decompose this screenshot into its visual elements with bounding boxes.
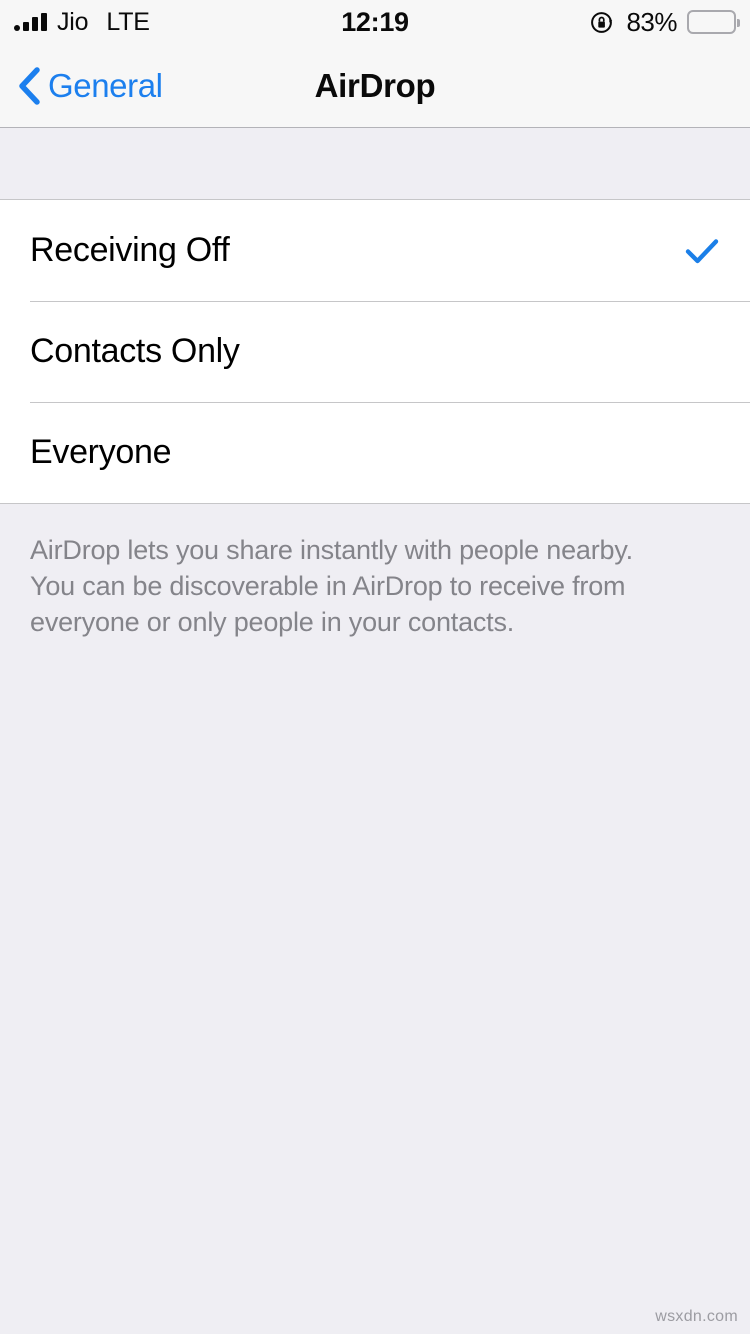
battery-percent-label: 83% <box>626 6 677 37</box>
option-label: Contacts Only <box>30 332 240 370</box>
status-bar-right: 83% <box>589 6 740 38</box>
option-label: Receiving Off <box>30 231 230 269</box>
status-bar: Jio LTE 12:19 83% <box>0 0 750 44</box>
chevron-left-icon <box>18 66 40 105</box>
option-row-contacts-only[interactable]: Contacts Only <box>0 301 750 402</box>
option-label: Everyone <box>30 433 172 471</box>
option-row-receiving-off[interactable]: Receiving Off <box>0 200 750 301</box>
navigation-bar: General AirDrop <box>0 44 750 128</box>
airdrop-visibility-option-list: Receiving Off Contacts Only Everyone <box>0 199 750 504</box>
status-bar-left: Jio LTE <box>14 8 150 37</box>
section-footer-description: AirDrop lets you share instantly with pe… <box>30 535 633 637</box>
radio-type-label: LTE <box>106 7 150 36</box>
rotation-lock-icon <box>589 9 616 36</box>
carrier-label: Jio <box>57 7 89 36</box>
battery-icon <box>687 10 740 34</box>
content-area: Receiving Off Contacts Only Everyone Air… <box>0 128 750 640</box>
option-row-everyone[interactable]: Everyone <box>0 402 750 503</box>
section-spacer <box>0 128 750 199</box>
watermark: wsxdn.com <box>655 1308 738 1325</box>
checkmark-icon <box>684 233 720 269</box>
back-button-general[interactable]: General <box>0 67 163 105</box>
back-button-label: General <box>48 66 163 104</box>
signal-bars-icon <box>14 13 47 31</box>
